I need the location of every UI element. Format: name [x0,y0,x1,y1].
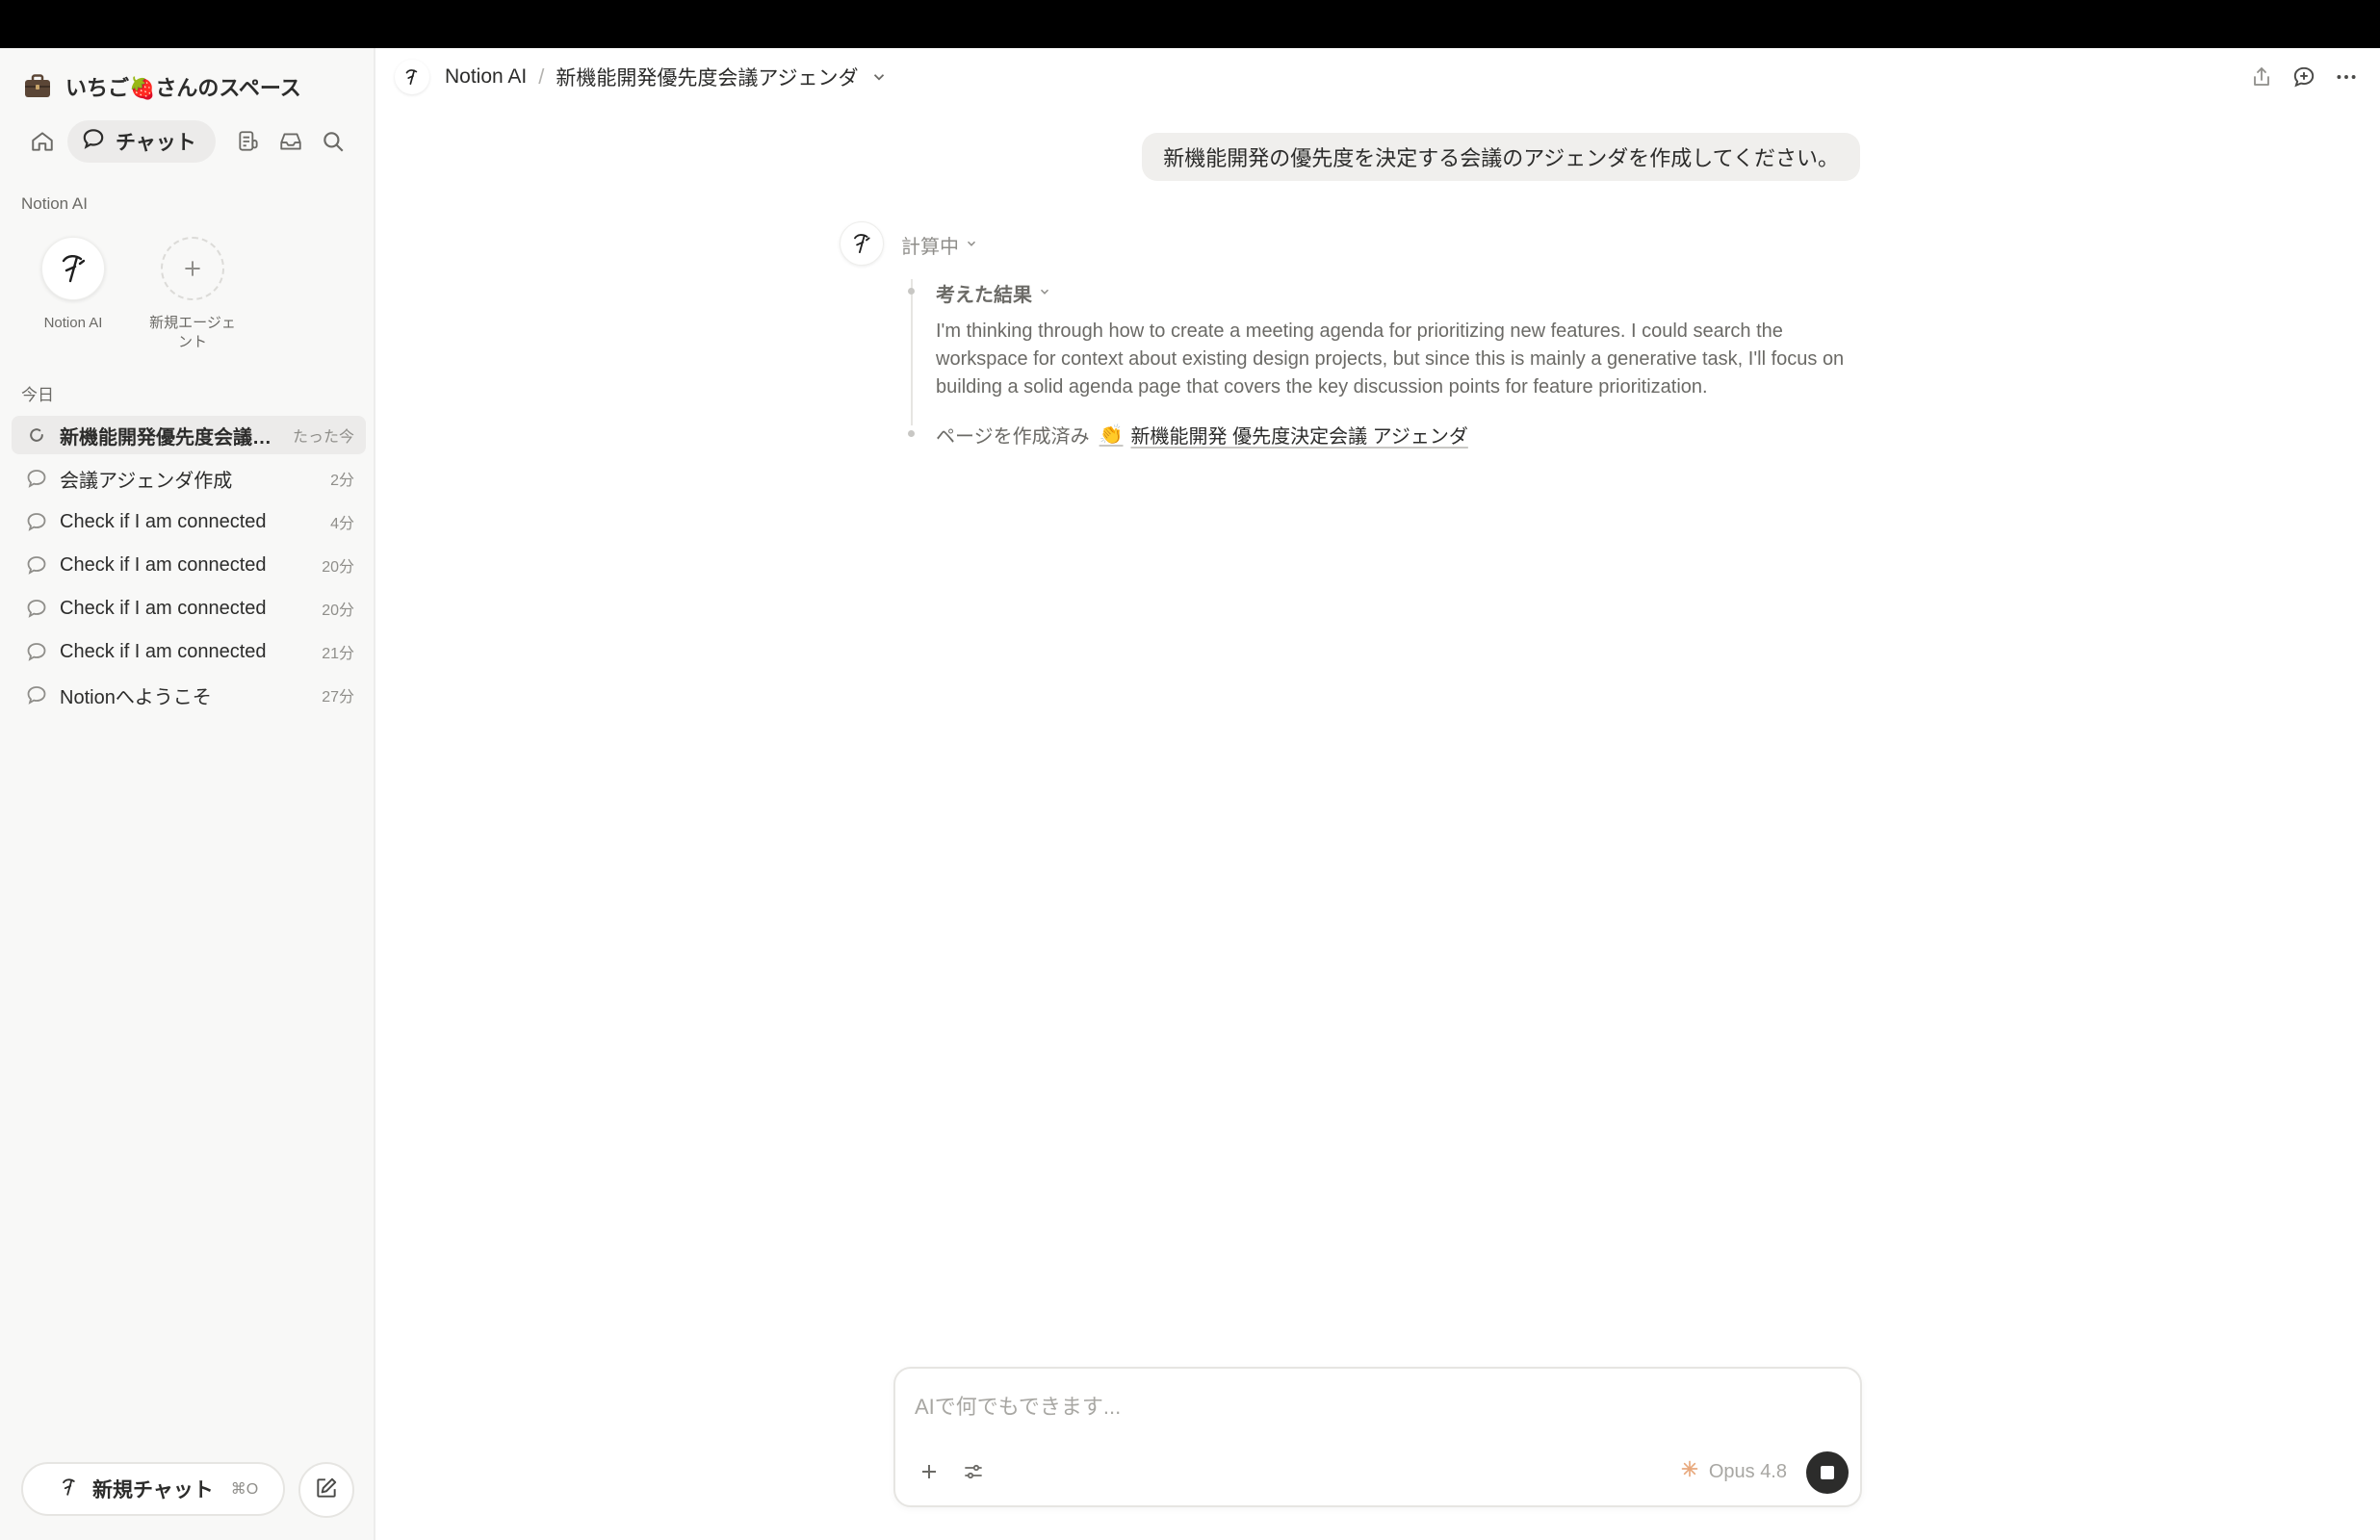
chat-title: Check if I am connected [60,640,267,662]
chat-title: 新機能開発優先度会議アジェンダ [60,426,281,449]
chat-title: Check if I am connected [60,510,267,532]
search-icon[interactable] [312,120,354,163]
briefcase-icon [23,72,52,101]
agent-new[interactable]: 新規エージェント [142,237,243,352]
inbox-icon[interactable] [270,120,312,163]
sidebar-nav: チャット [21,119,354,164]
chat-title: 会議アジェンダ作成 [60,470,233,492]
agents-section-label: Notion AI [21,194,88,213]
workspace-switcher[interactable]: いちご🍓さんのスペース [23,64,301,110]
share-icon[interactable] [2245,58,2278,96]
chat-history-list: 新機能開発優先度会議アジェンダ たった今 会議アジェンダ作成 2分 Check … [12,416,366,719]
new-chat-label: 新規チャット [92,1479,214,1502]
notion-ai-icon [58,1476,81,1503]
settings-sliders-icon[interactable] [955,1453,992,1490]
clapping-hands-icon: 👏 [1099,424,1124,446]
chevron-down-icon [965,234,978,256]
agents-row: Notion AI 新規エージェント [23,237,243,352]
chat-time: 2分 [330,473,354,489]
page-created-row: ページを作成済み 👏 新機能開発 優先度決定会議 アジェンダ [936,418,1468,450]
timeline-line [911,279,913,425]
chat-time: 21分 [322,646,354,662]
chat-bubble-icon [25,553,48,577]
chat-time: 27分 [322,689,354,706]
add-comment-icon[interactable] [2288,58,2320,96]
chat-title: Notionへようこそ [60,686,212,708]
chat-history-item[interactable]: Check if I am connected 20分 [12,546,366,584]
notion-ai-icon [395,60,429,94]
chat-history-item[interactable]: 会議アジェンダ作成 2分 [12,459,366,498]
breadcrumb-root[interactable]: Notion AI [445,65,527,89]
chevron-down-icon [1038,282,1051,304]
meeting-notes-icon[interactable] [227,120,270,163]
breadcrumb-current[interactable]: 新機能開発優先度会議アジェンダ [556,63,858,91]
notion-ai-icon [840,221,884,266]
chat-composer: Opus 4.8 [893,1367,1862,1507]
timeline-dot [908,430,915,437]
page-header: Notion AI / 新機能開発優先度会議アジェンダ [377,48,2380,106]
user-message: 新機能開発の優先度を決定する会議のアジェンダを作成してください。 [1142,133,1860,181]
new-chat-button[interactable]: 新規チャット ⌘O [21,1462,285,1516]
chat-bubble-icon [25,640,48,663]
stop-icon [1821,1466,1834,1479]
created-page-link[interactable]: 👏 新機能開発 優先度決定会議 アジェンダ [1099,421,1468,449]
home-icon[interactable] [21,120,64,163]
composer-tools [911,1453,992,1490]
chat-history-item[interactable]: Notionへようこそ 27分 [12,676,366,714]
chat-history-item[interactable]: Check if I am connected 4分 [12,502,366,541]
chat-bubble-icon [25,683,48,706]
chat-time: 4分 [330,516,354,532]
sparkle-icon [1680,1459,1699,1484]
chat-history-item[interactable]: Check if I am connected 20分 [12,589,366,628]
chat-bubble-icon [25,467,48,490]
compose-button[interactable] [298,1462,354,1518]
chat-title: Check if I am connected [60,553,267,576]
chat-history-item[interactable]: Check if I am connected 21分 [12,632,366,671]
notion-ai-icon [41,237,105,300]
stop-button[interactable] [1806,1451,1849,1494]
chat-time: 20分 [322,559,354,576]
thought-title: 考えた結果 [936,285,1032,306]
sidebar: いちご🍓さんのスペース チャット Notion AI Notion AI 新規エ… [0,48,375,1540]
status-label: 計算中 [901,237,959,258]
window-topbar [0,0,2380,48]
thought-text: I'm thinking through how to create a mee… [936,321,1845,398]
workspace-name: いちご🍓さんのスペース [65,76,301,100]
compose-icon [314,1476,339,1505]
chat-tab-label: チャット [116,132,196,154]
history-section-label: 今日 [21,386,54,404]
new-chat-shortcut: ⌘O [230,1481,259,1498]
agent-notion-ai[interactable]: Notion AI [23,237,123,352]
agent-label: 新規エージェント [149,315,236,350]
chat-title: Check if I am connected [60,597,267,619]
plus-icon[interactable] [911,1453,947,1490]
thought-toggle[interactable]: 考えた結果 [936,279,1051,307]
ai-status[interactable]: 計算中 [901,231,978,259]
chat-bubble-icon [25,510,48,533]
page-created-label: ページを作成済み [936,425,1090,448]
chat-history-item[interactable]: 新機能開発優先度会議アジェンダ たった今 [12,416,366,454]
chat-input[interactable] [915,1390,1781,1424]
chevron-down-icon[interactable] [870,68,888,86]
more-icon[interactable] [2330,58,2363,96]
created-page-title: 新機能開発 優先度決定会議 アジェンダ [1130,425,1468,448]
timeline-dot [908,288,915,295]
header-actions [2245,58,2363,96]
agent-label: Notion AI [43,315,103,331]
plus-icon [161,237,224,300]
model-selector[interactable]: Opus 4.8 [1680,1459,1787,1484]
chat-time: 20分 [322,603,354,619]
loading-spinner-icon [25,424,48,447]
model-name: Opus 4.8 [1708,1460,1787,1482]
chat-tab[interactable]: チャット [67,120,216,163]
chat-bubble-icon [81,126,106,157]
breadcrumb-separator: / [538,64,545,89]
chat-bubble-icon [25,597,48,620]
chat-time: たった今 [292,429,354,446]
